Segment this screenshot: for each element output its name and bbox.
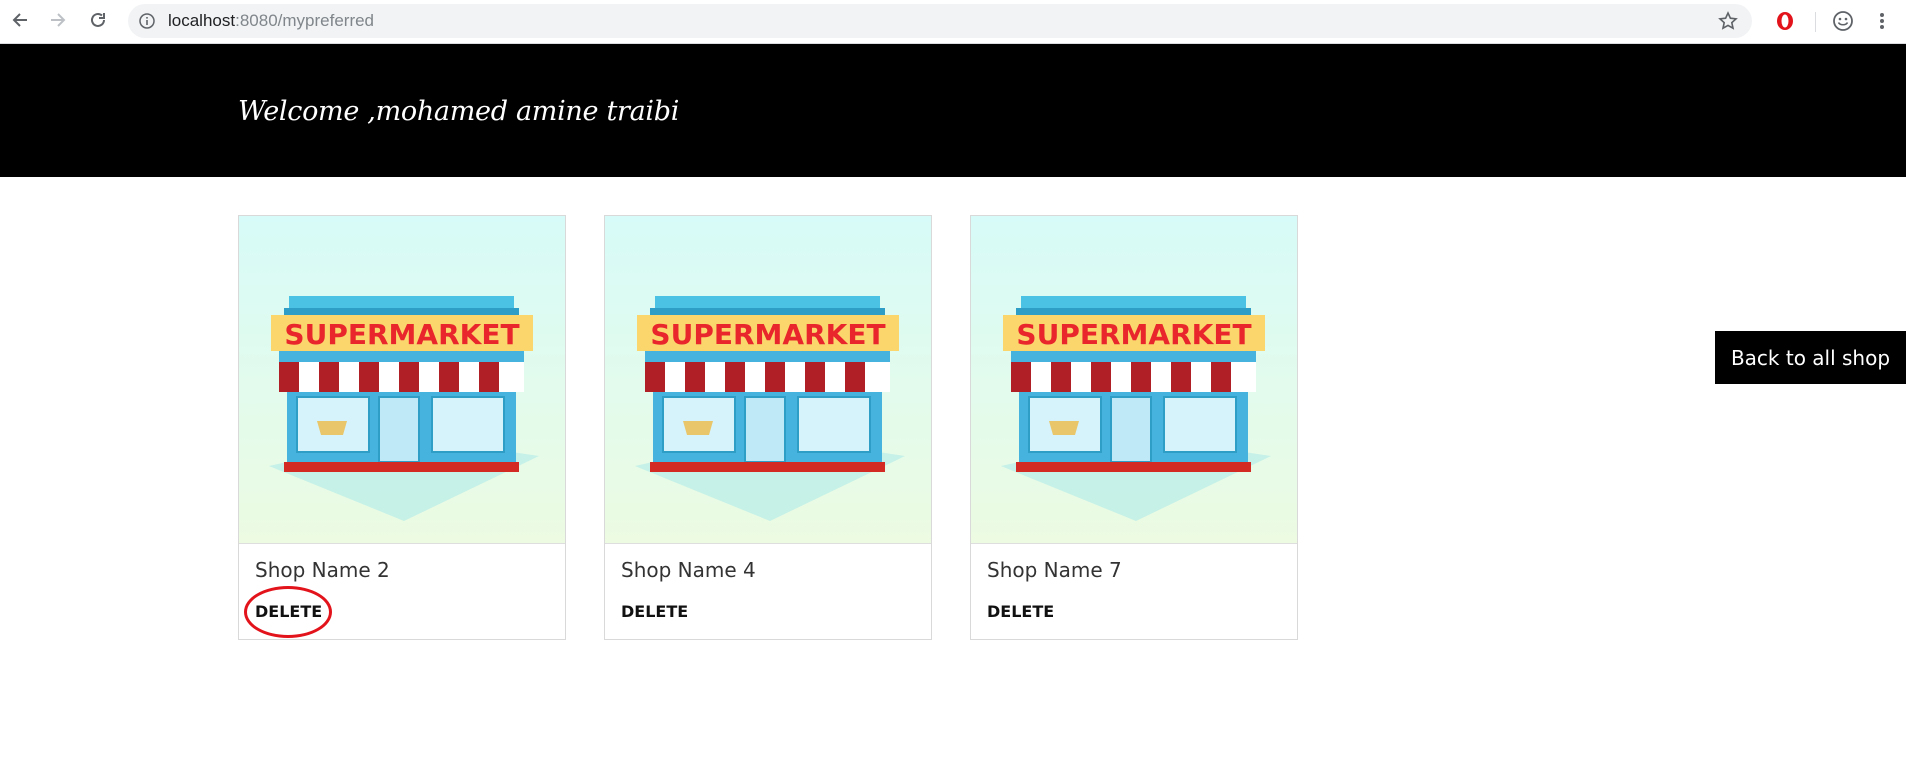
- supermarket-image: SUPERMARKET: [971, 216, 1297, 544]
- supermarket-sign-text: SUPERMARKET: [284, 318, 519, 351]
- toolbar-divider: [1815, 12, 1816, 32]
- delete-button[interactable]: DELETE: [621, 602, 688, 621]
- info-icon[interactable]: [139, 13, 155, 29]
- site-header: Welcome ,mohamed amine traibi: [0, 44, 1906, 177]
- shop-card: SUPERMARKET Shop Name 2 DELETE: [238, 215, 566, 640]
- back-to-all-shops-button[interactable]: Back to all shop: [1715, 331, 1906, 384]
- supermarket-image: SUPERMARKET: [239, 216, 565, 544]
- url-host: localhost: [168, 11, 236, 30]
- supermarket-sign-text: SUPERMARKET: [650, 318, 885, 351]
- supermarket-sign-text: SUPERMARKET: [1016, 318, 1251, 351]
- reload-icon[interactable]: [86, 8, 110, 32]
- delete-button[interactable]: DELETE: [987, 602, 1054, 621]
- shop-name: Shop Name 4: [621, 558, 756, 582]
- shop-card: SUPERMARKET Shop Name 4 DELETE: [604, 215, 932, 640]
- opera-extension-icon[interactable]: [1773, 9, 1797, 33]
- shop-name: Shop Name 7: [987, 558, 1122, 582]
- highlight-circle: [244, 586, 332, 638]
- bookmark-star-icon[interactable]: [1718, 11, 1738, 31]
- shop-card: SUPERMARKET Shop Name 7 DELETE: [970, 215, 1298, 640]
- url-path: :8080/mypreferred: [235, 11, 375, 30]
- smiley-extension-icon[interactable]: [1831, 9, 1855, 33]
- supermarket-image: SUPERMARKET: [605, 216, 931, 544]
- url-text: localhost:8080/mypreferred: [168, 4, 374, 38]
- back-arrow-icon[interactable]: [8, 8, 32, 32]
- browser-toolbar: localhost:8080/mypreferred: [0, 0, 1906, 44]
- menu-kebab-icon[interactable]: [1870, 9, 1894, 33]
- address-bar[interactable]: localhost:8080/mypreferred: [128, 4, 1752, 38]
- forward-arrow-icon[interactable]: [46, 8, 70, 32]
- shop-name: Shop Name 2: [255, 558, 390, 582]
- welcome-message: Welcome ,mohamed amine traibi: [238, 96, 680, 127]
